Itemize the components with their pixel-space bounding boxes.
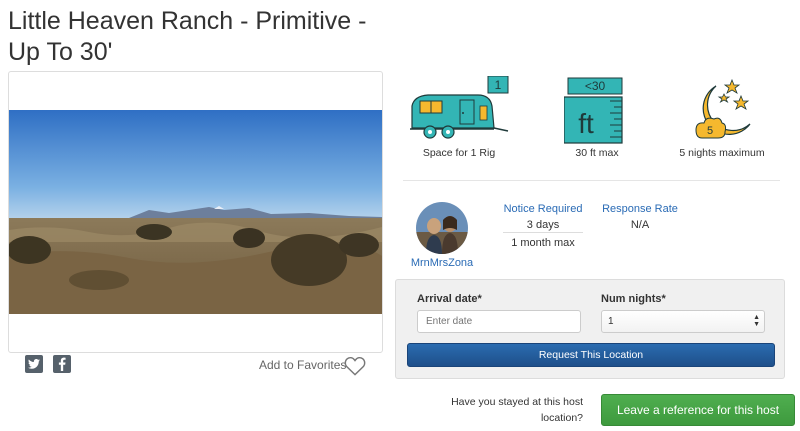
- notice-divider: [503, 232, 583, 233]
- leave-reference-button[interactable]: Leave a reference for this host: [601, 394, 795, 426]
- notice-required-heading: Notice Required: [503, 203, 583, 215]
- num-nights-select[interactable]: 1 ▲ ▼: [601, 310, 765, 333]
- ft-unit-text: ft: [578, 108, 594, 139]
- host-avatar[interactable]: [416, 202, 468, 254]
- stayed-question: Have you stayed at this host location?: [451, 396, 583, 424]
- nights-label: 5 nights maximum: [679, 147, 765, 159]
- rig-space-label: Space for 1 Rig: [422, 147, 496, 159]
- rv-trailer-icon: 1: [410, 76, 509, 139]
- response-rate-value: N/A: [630, 219, 650, 231]
- arrival-date-label: Arrival date*: [417, 293, 482, 305]
- host-name-link[interactable]: MrnMrsZona: [406, 257, 478, 269]
- length-ft-icon: <30 ft: [564, 77, 623, 144]
- listing-photo[interactable]: [9, 110, 382, 314]
- facebook-share-icon[interactable]: [53, 355, 71, 373]
- moon-stars-icon: 5: [695, 78, 751, 139]
- rig-count-badge: 1: [495, 78, 502, 92]
- heart-icon[interactable]: [344, 356, 366, 376]
- notice-required-value: 3 days: [526, 219, 560, 231]
- num-nights-value: 1: [608, 316, 614, 327]
- request-location-button[interactable]: Request This Location: [407, 343, 775, 367]
- advance-booking-value: 1 month max: [511, 237, 575, 249]
- twitter-share-icon[interactable]: [25, 355, 43, 373]
- select-arrows-icon: ▲ ▼: [753, 314, 760, 328]
- length-label: 30 ft max: [575, 147, 619, 159]
- listing-photo-card[interactable]: [8, 71, 383, 353]
- section-divider: [403, 180, 780, 181]
- page-title: Little Heaven Ranch - Primitive - Up To …: [8, 7, 367, 66]
- add-to-favorites-link[interactable]: Add to Favorites: [259, 358, 346, 372]
- arrival-date-input[interactable]: [417, 310, 581, 333]
- nights-badge: 5: [707, 125, 713, 137]
- response-rate-heading: Response Rate: [602, 203, 678, 215]
- num-nights-label: Num nights*: [601, 293, 666, 305]
- length-badge: <30: [585, 79, 606, 93]
